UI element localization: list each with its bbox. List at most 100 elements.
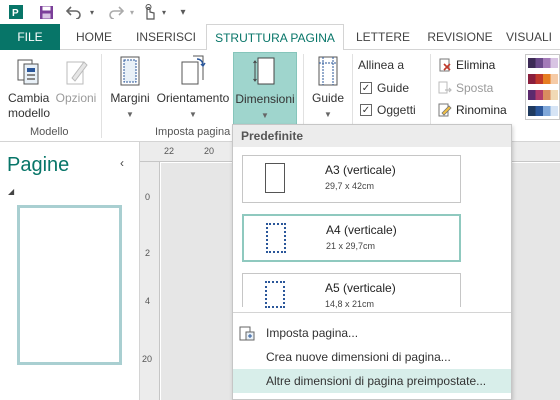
guides-button[interactable]: Guide ▼ bbox=[308, 54, 348, 122]
pages-pane-title: Pagine bbox=[7, 154, 70, 176]
menu-separator bbox=[233, 312, 511, 313]
size-caret-icon: ▼ bbox=[261, 111, 269, 120]
tab-page-design[interactable]: STRUTTURA PAGINA bbox=[206, 24, 344, 51]
orientation-label: Orientamento bbox=[156, 91, 230, 105]
page-size-option-a3[interactable]: A3 (verticale) 29,7 x 42cm bbox=[242, 155, 461, 203]
create-page-size-command[interactable]: Crea nuove dimensioni di pagina... bbox=[233, 345, 511, 369]
orientation-caret-icon: ▼ bbox=[189, 110, 197, 119]
touch-dropdown-icon[interactable]: ▾ bbox=[158, 3, 170, 21]
page-setup-label: Imposta pagina... bbox=[266, 326, 359, 340]
group-template-label: Modello bbox=[30, 126, 69, 138]
tab-review[interactable]: REVISIONE bbox=[422, 24, 498, 50]
save-icon[interactable] bbox=[36, 3, 56, 21]
tab-file[interactable]: FILE bbox=[0, 24, 60, 50]
ruler-tick-label: 2 bbox=[145, 248, 151, 258]
page-setup-icon bbox=[239, 325, 255, 341]
guides-label: Guide bbox=[311, 91, 345, 105]
page-size-option-a4[interactable]: A4 (verticale) 21 x 29,7cm bbox=[242, 214, 461, 262]
guides-icon bbox=[314, 54, 342, 88]
file-app-icon: P bbox=[6, 3, 26, 21]
change-template-button[interactable]: Cambia modello bbox=[4, 54, 52, 121]
group-separator bbox=[101, 54, 102, 138]
change-template-label: Cambia modello bbox=[8, 91, 51, 120]
option-dimensions: 14,8 x 21cm bbox=[325, 299, 375, 309]
color-scheme-gallery[interactable] bbox=[525, 54, 560, 120]
undo-dropdown-icon[interactable]: ▾ bbox=[86, 3, 98, 21]
page-size-dropdown: Predefinite A3 (verticale) 29,7 x 42cm A… bbox=[232, 124, 512, 400]
orientation-button[interactable]: Orientamento ▼ bbox=[156, 54, 230, 122]
redo-dropdown-icon[interactable]: ▾ bbox=[126, 3, 138, 21]
guides-checkbox[interactable]: ✓ Guide bbox=[360, 81, 409, 95]
touch-mode-icon[interactable] bbox=[140, 3, 158, 21]
option-dimensions: 29,7 x 42cm bbox=[325, 181, 375, 191]
move-page-label: Sposta bbox=[456, 81, 494, 95]
size-button[interactable]: Dimensioni ▼ bbox=[233, 52, 297, 126]
ruler-tick-label: 20 bbox=[142, 354, 153, 364]
align-to-label: Allinea a bbox=[358, 58, 404, 72]
move-page-icon bbox=[438, 81, 452, 95]
options-button[interactable]: Opzioni bbox=[54, 54, 98, 106]
svg-text:P: P bbox=[12, 8, 19, 19]
objects-checkbox-label: Oggetti bbox=[377, 103, 416, 117]
option-name: A4 (verticale) bbox=[326, 223, 397, 237]
ruler-tick-label: 4 bbox=[145, 296, 151, 306]
portrait-page-icon bbox=[266, 223, 286, 253]
portrait-page-icon bbox=[265, 281, 285, 308]
size-label: Dimensioni bbox=[235, 92, 295, 106]
option-name: A3 (verticale) bbox=[325, 163, 396, 177]
guides-checkbox-label: Guide bbox=[377, 81, 410, 95]
group-page-setup-label: Imposta pagina bbox=[155, 126, 231, 138]
option-name: A5 (verticale) bbox=[325, 281, 396, 295]
guides-checkbox-box[interactable]: ✓ bbox=[360, 82, 372, 94]
orientation-icon bbox=[179, 54, 207, 88]
objects-checkbox-box[interactable]: ✓ bbox=[360, 104, 372, 116]
page-thumbnail[interactable] bbox=[17, 205, 122, 365]
quick-access-toolbar: P ▾ ▾ ▾ ▾ bbox=[0, 0, 560, 24]
margins-caret-icon: ▼ bbox=[126, 110, 134, 119]
vertical-ruler[interactable]: 0 2 4 20 bbox=[140, 162, 160, 400]
collapse-pane-icon[interactable]: ‹ bbox=[120, 156, 124, 170]
page-size-icon bbox=[251, 55, 279, 89]
ruler-tick-label: 0 bbox=[145, 192, 151, 202]
more-page-sizes-label: Altre dimensioni di pagina preimpostate.… bbox=[266, 374, 487, 388]
page-size-option-a5[interactable]: A5 (verticale) 14,8 x 21cm bbox=[242, 273, 461, 309]
undo-icon[interactable] bbox=[64, 3, 84, 21]
guides-caret-icon: ▼ bbox=[324, 110, 332, 119]
ruler-tick-label: 20 bbox=[204, 146, 215, 156]
delete-page-label: Elimina bbox=[456, 58, 496, 72]
create-page-size-label: Crea nuove dimensioni di pagina... bbox=[266, 350, 451, 364]
options-label: Opzioni bbox=[55, 91, 97, 105]
rename-page-button[interactable]: Rinomina bbox=[438, 103, 507, 117]
tab-home[interactable]: HOME bbox=[66, 24, 122, 50]
delete-page-button[interactable]: Elimina bbox=[438, 58, 495, 72]
tab-view[interactable]: VISUALI bbox=[506, 24, 560, 50]
delete-page-icon bbox=[438, 58, 452, 72]
ribbon-tabs: FILE HOME INSERISCI STRUTTURA PAGINA LET… bbox=[0, 24, 560, 51]
objects-checkbox[interactable]: ✓ Oggetti bbox=[360, 103, 416, 117]
change-template-icon bbox=[14, 54, 42, 88]
options-icon bbox=[62, 54, 90, 88]
color-scheme-swatch[interactable] bbox=[528, 58, 558, 68]
tab-mailings[interactable]: LETTERE bbox=[350, 24, 416, 50]
color-scheme-swatch[interactable] bbox=[528, 90, 558, 100]
dropdown-section-header: Predefinite bbox=[233, 125, 511, 147]
tab-insert[interactable]: INSERISCI bbox=[130, 24, 202, 50]
ruler-tick-label: 22 bbox=[164, 146, 175, 156]
pages-pane: Pagine ‹ ◢ bbox=[0, 142, 140, 400]
align-to-text: Allinea a bbox=[358, 58, 405, 72]
expand-arrow-icon[interactable]: ◢ bbox=[8, 187, 14, 196]
page-setup-command[interactable]: Imposta pagina... bbox=[233, 321, 511, 345]
margins-label: Margini bbox=[110, 91, 150, 105]
portrait-page-icon bbox=[265, 163, 285, 193]
customize-qat-icon[interactable]: ▾ bbox=[176, 3, 190, 21]
color-scheme-swatch[interactable] bbox=[528, 106, 558, 116]
color-scheme-swatch[interactable] bbox=[528, 74, 558, 84]
margins-button[interactable]: Margini ▼ bbox=[107, 54, 153, 122]
move-page-button[interactable]: Sposta bbox=[438, 81, 493, 95]
rename-page-label: Rinomina bbox=[456, 103, 507, 117]
option-dimensions: 21 x 29,7cm bbox=[326, 241, 376, 251]
redo-icon[interactable] bbox=[106, 3, 126, 21]
more-page-sizes-command[interactable]: Altre dimensioni di pagina preimpostate.… bbox=[233, 369, 511, 393]
margins-icon bbox=[116, 54, 144, 88]
rename-page-icon bbox=[438, 103, 452, 117]
